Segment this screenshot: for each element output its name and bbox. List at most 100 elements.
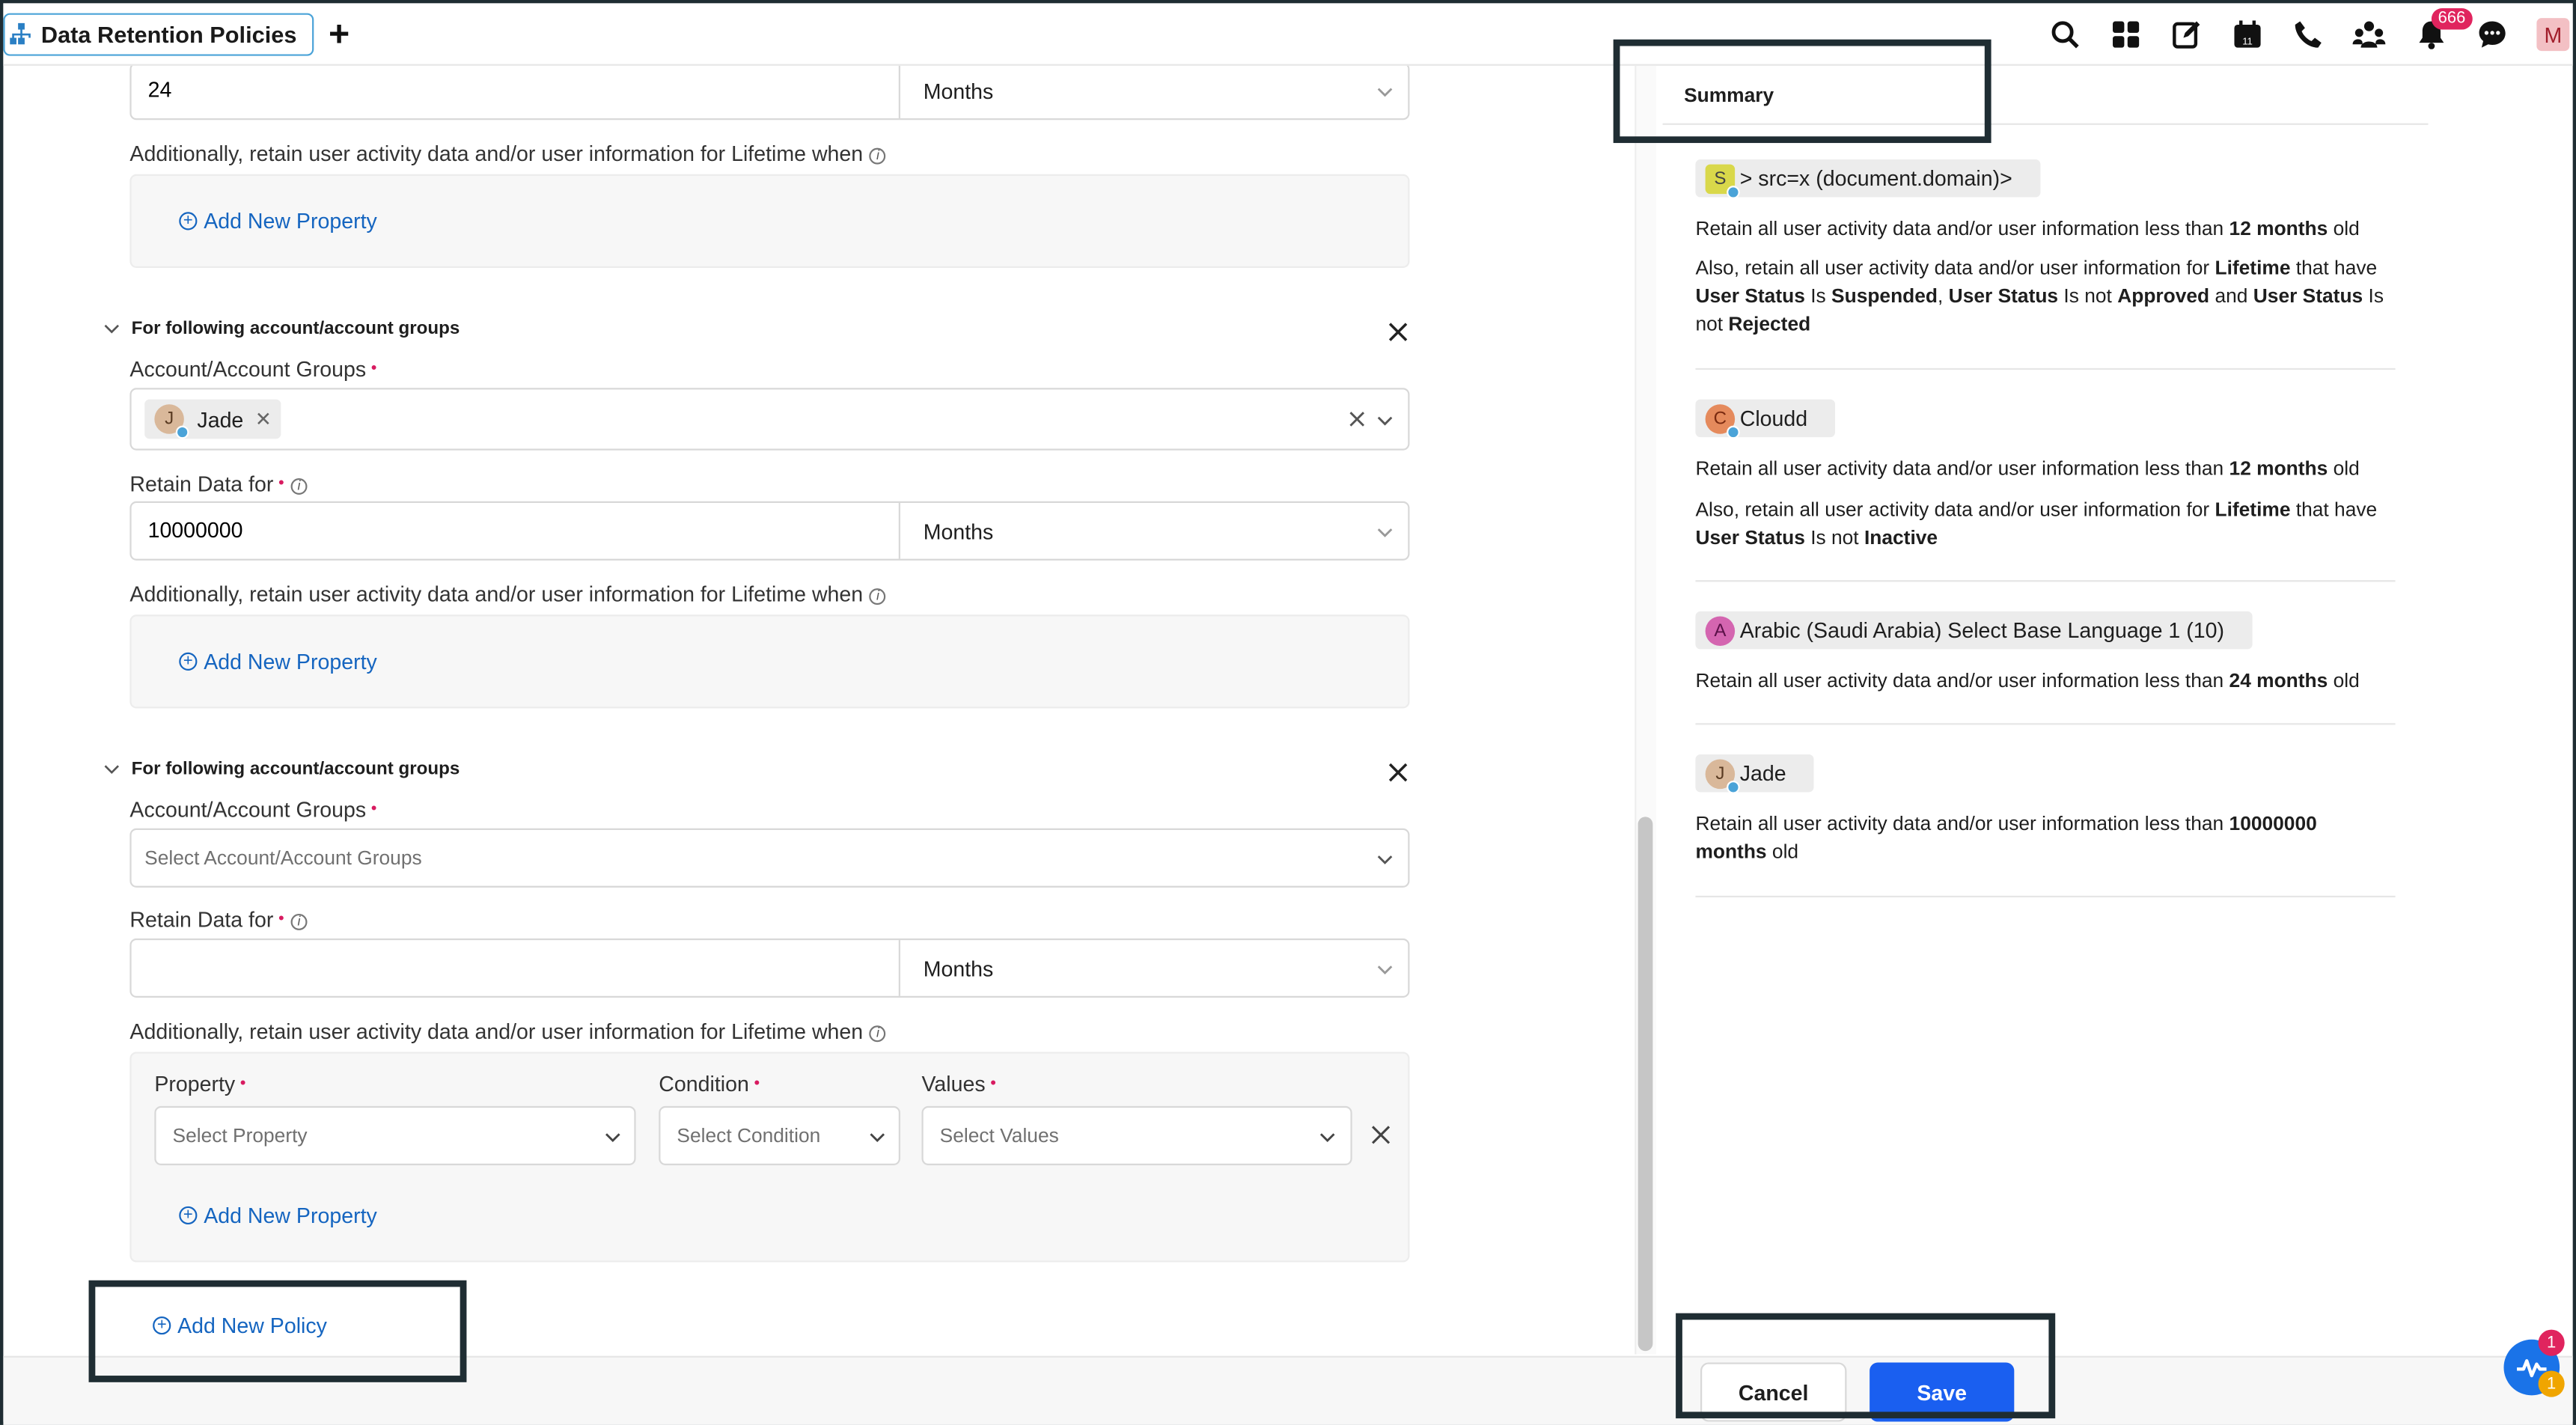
policy3-retain-field: Months — [129, 938, 1410, 998]
chevron-down-icon[interactable] — [1318, 1131, 1337, 1144]
account-avatar: A — [1705, 615, 1736, 645]
plus-circle-icon: + — [179, 1206, 198, 1225]
policy2-add-property-link[interactable]: + Add New Property — [179, 649, 377, 674]
info-icon[interactable]: i — [290, 913, 308, 930]
chevron-down-icon[interactable] — [1375, 414, 1394, 427]
account-name: Arabic (Saudi Arabia) Select Base Langua… — [1739, 617, 2224, 643]
plus-circle-icon: + — [179, 212, 198, 231]
account-avatar: J — [1705, 758, 1740, 793]
remove-policy2-icon[interactable] — [1387, 320, 1410, 344]
policy3-retain-unit[interactable]: Months — [924, 956, 994, 981]
info-icon[interactable]: i — [290, 477, 308, 495]
policy2-accounts-select[interactable]: J Jade ✕ — [129, 388, 1410, 451]
policy1-lifetime-label: Additionally, retain user activity data … — [129, 141, 886, 166]
add-tab-button[interactable]: + — [329, 16, 350, 52]
policy2-lifetime-label: Additionally, retain user activity data … — [129, 582, 886, 606]
policy1-retain-unit[interactable]: Months — [924, 79, 994, 103]
info-icon[interactable]: i — [869, 1025, 886, 1042]
highlight-summary-box — [1613, 39, 1991, 144]
chevron-down-icon[interactable] — [1375, 963, 1394, 977]
policy2-section-title: For following account/account groups — [131, 319, 460, 339]
policy3-lifetime-label: Additionally, retain user activity data … — [129, 1019, 886, 1043]
summary-item3-line1: Retain all user activity data and/or use… — [1695, 668, 2360, 692]
summary-item2-line2: Also, retain all user activity data and/… — [1695, 498, 2378, 549]
values-label: Values • — [921, 1071, 996, 1096]
search-icon[interactable] — [2048, 18, 2081, 51]
calendar-icon[interactable]: 11 — [2231, 18, 2264, 51]
highlight-footer-buttons-box — [1676, 1313, 2056, 1419]
collapse-caret-icon[interactable] — [103, 764, 120, 774]
policy2-retain-unit[interactable]: Months — [924, 519, 994, 544]
property-select[interactable]: Select Property — [154, 1105, 636, 1165]
chevron-down-icon[interactable] — [603, 1131, 623, 1144]
chip-label: Jade — [197, 406, 244, 432]
condition-select[interactable]: Select Condition — [659, 1105, 900, 1165]
user-avatar[interactable]: M — [2536, 18, 2570, 52]
policy3-accounts-select[interactable]: Select Account/Account Groups — [129, 828, 1410, 888]
chip-remove-icon[interactable]: ✕ — [255, 408, 272, 431]
summary-item4-line1: Retain all user activity data and/or use… — [1695, 811, 2317, 863]
summary-account-chip: S > src=x (document.domain)> — [1695, 159, 2041, 198]
policy3-accounts-label: Account/Account Groups • — [129, 797, 377, 822]
property-placeholder: Select Property — [172, 1124, 308, 1147]
info-icon[interactable]: i — [869, 147, 886, 164]
values-select[interactable]: Select Values — [921, 1105, 1352, 1165]
policy1-retain-field: Months — [129, 65, 1410, 120]
policy3-retain-label: Retain Data for • i — [129, 907, 308, 932]
condition-placeholder: Select Condition — [677, 1124, 821, 1147]
chat-icon[interactable] — [2476, 18, 2509, 51]
tab-title: Data Retention Policies — [40, 21, 297, 48]
scrollbar-thumb[interactable] — [1638, 817, 1653, 1352]
jade-avatar: J — [154, 404, 189, 439]
notification-count-badge: 666 — [2431, 7, 2473, 30]
fab-badge: 1 — [2538, 1370, 2565, 1397]
policy3-retain-input[interactable] — [147, 954, 871, 980]
account-avatar: C — [1705, 403, 1740, 439]
app-window: Data Retention Policies + 11 666 M Month… — [0, 0, 2576, 1425]
clear-icon[interactable] — [1349, 411, 1365, 427]
policies-panel: Months Additionally, retain user activit… — [3, 65, 1635, 1355]
chevron-down-icon[interactable] — [867, 1131, 887, 1144]
summary-item2-line1: Retain all user activity data and/or use… — [1695, 457, 2360, 480]
remove-property-icon[interactable] — [1370, 1124, 1392, 1146]
chevron-down-icon[interactable] — [1375, 853, 1394, 867]
account-avatar: S — [1705, 163, 1740, 198]
account-name: Jade — [1739, 760, 1786, 786]
highlight-add-policy-box — [88, 1280, 467, 1382]
policy3-property-box: Property • Condition • Values • Select Prop… — [129, 1052, 1410, 1263]
chevron-down-icon[interactable] — [1375, 85, 1394, 99]
policy1-add-property-link[interactable]: + Add New Property — [179, 209, 377, 234]
remove-policy3-icon[interactable] — [1387, 761, 1410, 784]
account-chip-jade: J Jade ✕ — [144, 399, 281, 439]
property-label: Property • — [154, 1071, 246, 1096]
compose-icon[interactable] — [2170, 18, 2203, 51]
fab-badge: 1 — [2538, 1329, 2565, 1356]
tab-data-retention-policies[interactable]: Data Retention Policies — [3, 13, 314, 56]
community-icon[interactable] — [2352, 18, 2386, 51]
svg-text:11: 11 — [2242, 35, 2253, 46]
info-icon[interactable]: i — [869, 588, 886, 605]
summary-divider — [1695, 895, 2396, 898]
policy2-accounts-label: Account/Account Groups • — [129, 356, 377, 382]
policy2-retain-label: Retain Data for • i — [129, 472, 308, 496]
plus-circle-icon: + — [179, 652, 198, 671]
summary-item1-line1: Retain all user activity data and/or use… — [1695, 216, 2360, 240]
summary-divider — [1695, 580, 2396, 582]
summary-divider — [1695, 723, 2396, 725]
accounts-placeholder: Select Account/Account Groups — [144, 846, 422, 870]
hierarchy-icon — [10, 22, 31, 45]
chevron-down-icon[interactable] — [1375, 526, 1394, 540]
summary-account-chip: C Cloudd — [1695, 399, 1836, 439]
policy3-add-property-link[interactable]: + Add New Property — [179, 1203, 377, 1227]
policy1-property-box: + Add New Property — [129, 174, 1410, 268]
account-name: > src=x (document.domain)> — [1739, 165, 2012, 191]
policy2-retain-input[interactable] — [147, 517, 871, 543]
phone-icon[interactable] — [2292, 18, 2325, 51]
policy3-section-title: For following account/account groups — [131, 759, 460, 779]
account-name: Cloudd — [1739, 406, 1808, 431]
grid-icon[interactable] — [2110, 18, 2143, 51]
condition-label: Condition • — [659, 1071, 760, 1096]
policy1-retain-input[interactable] — [147, 77, 871, 103]
collapse-caret-icon[interactable] — [103, 324, 120, 334]
values-placeholder: Select Values — [939, 1124, 1059, 1147]
